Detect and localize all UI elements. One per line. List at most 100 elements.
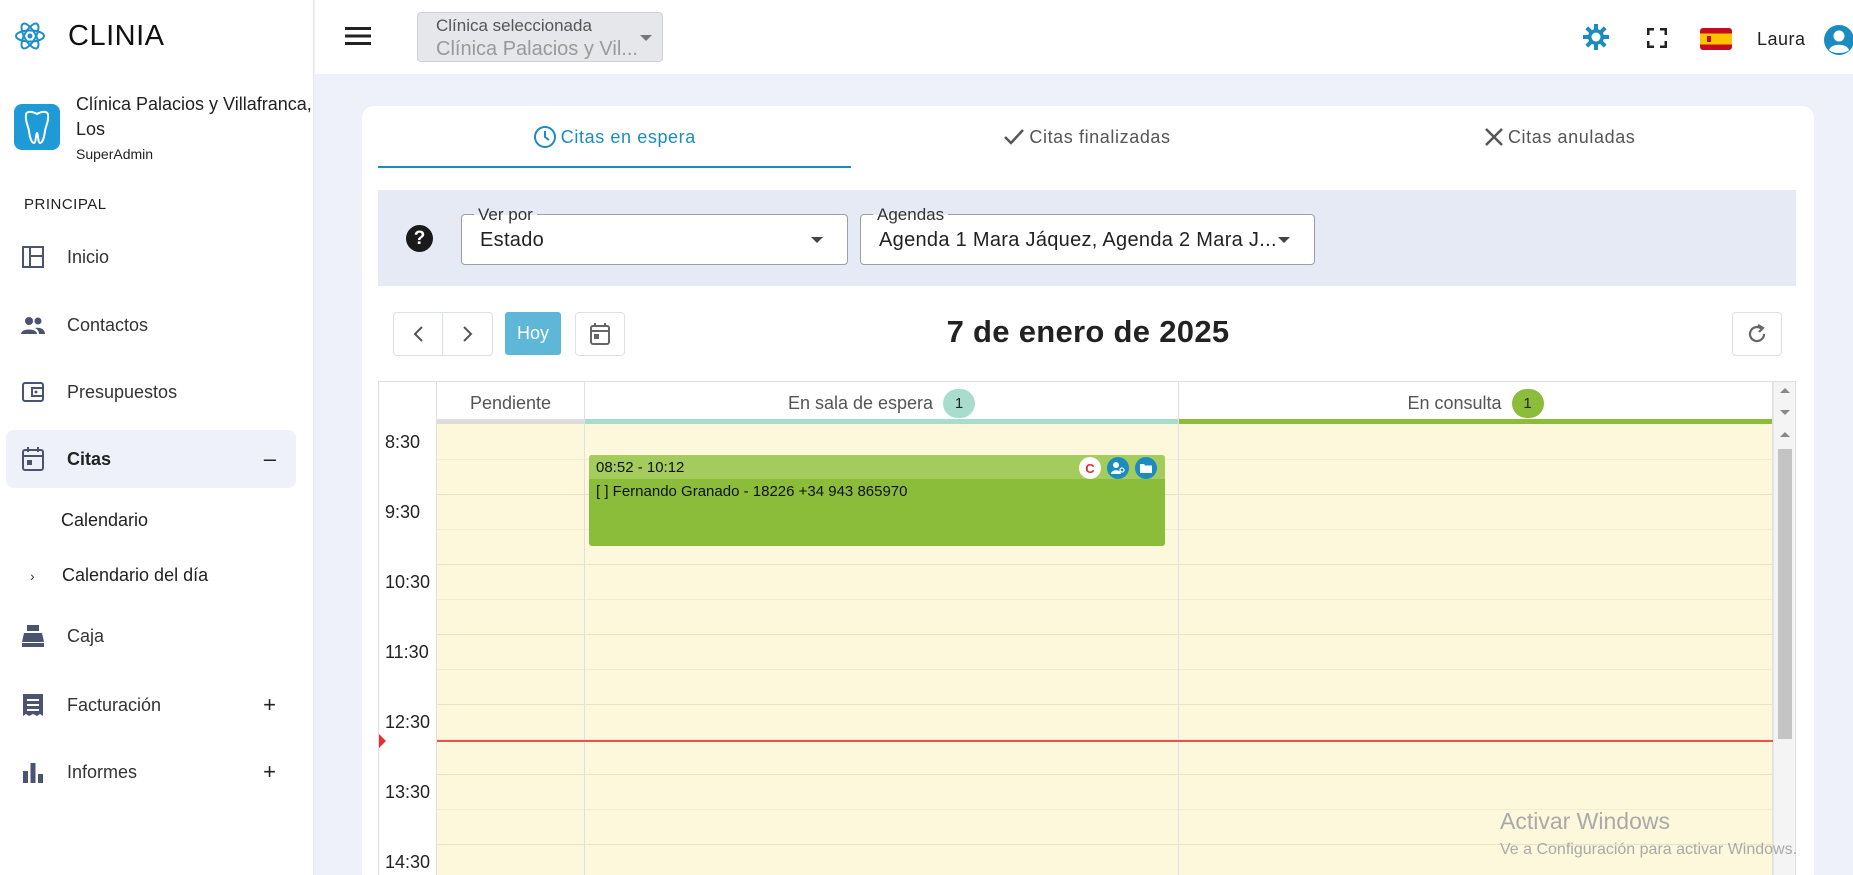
check-icon bbox=[1004, 129, 1025, 145]
sidebar-subitem-calendario-dia[interactable]: › Calendario del día bbox=[30, 565, 208, 586]
sidebar: CLINIA Clínica Palacios y Villafranca, L… bbox=[0, 0, 314, 875]
ver-por-select[interactable]: Ver por Estado bbox=[461, 205, 848, 265]
fullscreen-icon[interactable] bbox=[1647, 28, 1667, 48]
tab-citas-finalizadas[interactable]: Citas finalizadas bbox=[851, 106, 1324, 168]
collapse-toggle[interactable]: – bbox=[264, 446, 276, 472]
slot-line bbox=[1179, 529, 1772, 530]
slot-line bbox=[585, 564, 1178, 565]
count-badge: 1 bbox=[1511, 388, 1544, 418]
sidebar-item-presupuestos[interactable]: Presupuestos bbox=[6, 363, 296, 421]
tab-label: Citas en espera bbox=[560, 126, 696, 147]
sidebar-item-facturacion[interactable]: Facturación + bbox=[6, 676, 296, 734]
tooth-icon bbox=[14, 104, 60, 150]
time-label: 8:30 bbox=[385, 432, 421, 452]
patient-search-icon[interactable] bbox=[1107, 457, 1129, 479]
sidebar-item-contactos[interactable]: Contactos bbox=[6, 296, 296, 354]
agendas-value: Agenda 1 Mara Jáquez, Agenda 2 Mara J... bbox=[879, 229, 1277, 251]
scrollbar-thumb[interactable] bbox=[1778, 449, 1792, 739]
slot-line bbox=[437, 774, 584, 775]
time-label: 12:30 bbox=[385, 712, 431, 732]
expand-toggle[interactable]: + bbox=[263, 759, 276, 785]
app-name: CLINIA bbox=[68, 19, 165, 52]
sidebar-item-label: Citas bbox=[67, 448, 112, 469]
slot-line bbox=[585, 634, 1178, 635]
clinic-select-label: Clínica seleccionada bbox=[436, 16, 592, 35]
time-label: 14:30 bbox=[385, 852, 431, 872]
clinic-select[interactable]: Clínica seleccionada Clínica Palacios y … bbox=[417, 12, 663, 62]
sidebar-subitem-calendario[interactable]: Calendario bbox=[61, 510, 148, 531]
spain-flag-icon[interactable] bbox=[1700, 28, 1732, 50]
slot-line bbox=[585, 809, 1178, 810]
slot-line bbox=[1179, 564, 1772, 565]
slot-line bbox=[585, 599, 1178, 600]
sidebar-item-label: Presupuestos bbox=[67, 381, 178, 402]
sidebar-item-informes[interactable]: Informes + bbox=[6, 743, 296, 801]
user-avatar-icon[interactable] bbox=[1823, 24, 1853, 56]
time-column: 8:30 9:30 10:30 11:30 12:30 13:30 14:30 bbox=[379, 424, 437, 875]
tab-label: Citas anuladas bbox=[1507, 126, 1636, 147]
column-slots-pendiente[interactable] bbox=[437, 424, 585, 875]
slot-line bbox=[437, 459, 584, 460]
menu-icon[interactable] bbox=[345, 26, 371, 46]
sidebar-item-inicio[interactable]: Inicio bbox=[6, 228, 296, 286]
slot-line bbox=[437, 704, 584, 705]
scroll-up-icon[interactable] bbox=[1780, 432, 1790, 437]
sidebar-item-citas[interactable]: Citas – bbox=[6, 430, 296, 488]
sidebar-item-label: Contactos bbox=[67, 314, 149, 335]
folder-icon[interactable] bbox=[1135, 457, 1157, 479]
wallet-icon bbox=[20, 379, 46, 405]
tab-label: Citas finalizadas bbox=[1029, 126, 1171, 147]
slot-line bbox=[437, 529, 584, 530]
time-label: 11:30 bbox=[385, 642, 429, 662]
expand-toggle[interactable]: + bbox=[263, 692, 276, 718]
help-icon[interactable]: ? bbox=[406, 225, 433, 252]
sidebar-subitem-label: Calendario del día bbox=[62, 565, 209, 585]
section-label: PRINCIPAL bbox=[24, 196, 107, 213]
sidebar-item-caja[interactable]: Caja bbox=[6, 607, 296, 665]
dropdown-arrow-icon bbox=[811, 237, 823, 243]
refresh-button[interactable] bbox=[1732, 312, 1782, 356]
vertical-scrollbar[interactable] bbox=[1773, 382, 1795, 875]
user-name[interactable]: Laura bbox=[1757, 29, 1806, 50]
slot-line bbox=[1179, 704, 1772, 705]
chevron-right-icon: › bbox=[30, 567, 35, 584]
atom-logo-icon bbox=[15, 22, 45, 50]
current-time-marker bbox=[379, 734, 386, 748]
slot-line bbox=[1179, 459, 1772, 460]
windows-activation-watermark: Activar Windows Ve a Configuración para … bbox=[1500, 808, 1797, 859]
bar-chart-icon bbox=[20, 759, 46, 785]
appointment-event[interactable]: 08:52 - 10:12 [ ] Fernando Granado - 182… bbox=[589, 455, 1165, 546]
clinic-info: Clínica Palacios y Villafranca, Los Supe… bbox=[14, 92, 324, 162]
slot-line bbox=[437, 564, 584, 565]
dropdown-arrow-icon bbox=[640, 35, 652, 41]
current-time-line bbox=[437, 740, 1773, 742]
scroll-up-icon[interactable] bbox=[1780, 388, 1790, 393]
slot-line bbox=[585, 669, 1178, 670]
slot-line bbox=[437, 669, 584, 670]
slot-line bbox=[585, 774, 1178, 775]
cash-register-icon bbox=[20, 623, 46, 649]
column-label: En consulta bbox=[1407, 392, 1502, 413]
refresh-icon bbox=[1748, 324, 1766, 343]
tab-citas-espera[interactable]: Citas en espera bbox=[378, 106, 851, 168]
time-header bbox=[379, 382, 437, 424]
dropdown-arrow-icon bbox=[1278, 237, 1290, 243]
tab-citas-anuladas[interactable]: Citas anuladas bbox=[1323, 106, 1796, 168]
event-status-badge[interactable]: C bbox=[1079, 457, 1101, 479]
brand[interactable]: CLINIA bbox=[14, 18, 164, 54]
column-label: Pendiente bbox=[469, 392, 552, 413]
agendas-select[interactable]: Agendas Agenda 1 Mara Jáquez, Agenda 2 M… bbox=[860, 205, 1315, 265]
slot-line bbox=[585, 844, 1178, 845]
clock-icon bbox=[533, 126, 556, 148]
column-header-en-consulta: En consulta 1 bbox=[1179, 382, 1773, 424]
slot-line bbox=[437, 844, 584, 845]
event-description: [ ] Fernando Granado - 18226 +34 943 865… bbox=[596, 483, 908, 500]
watermark-title: Activar Windows bbox=[1500, 808, 1670, 834]
slot-line bbox=[1179, 494, 1772, 495]
slot-line bbox=[585, 704, 1178, 705]
scroll-down-icon[interactable] bbox=[1780, 410, 1790, 415]
people-icon bbox=[20, 312, 46, 338]
gear-icon[interactable] bbox=[1583, 24, 1609, 50]
topbar: Clínica seleccionada Clínica Palacios y … bbox=[315, 0, 1853, 74]
ver-por-value: Estado bbox=[480, 229, 545, 251]
